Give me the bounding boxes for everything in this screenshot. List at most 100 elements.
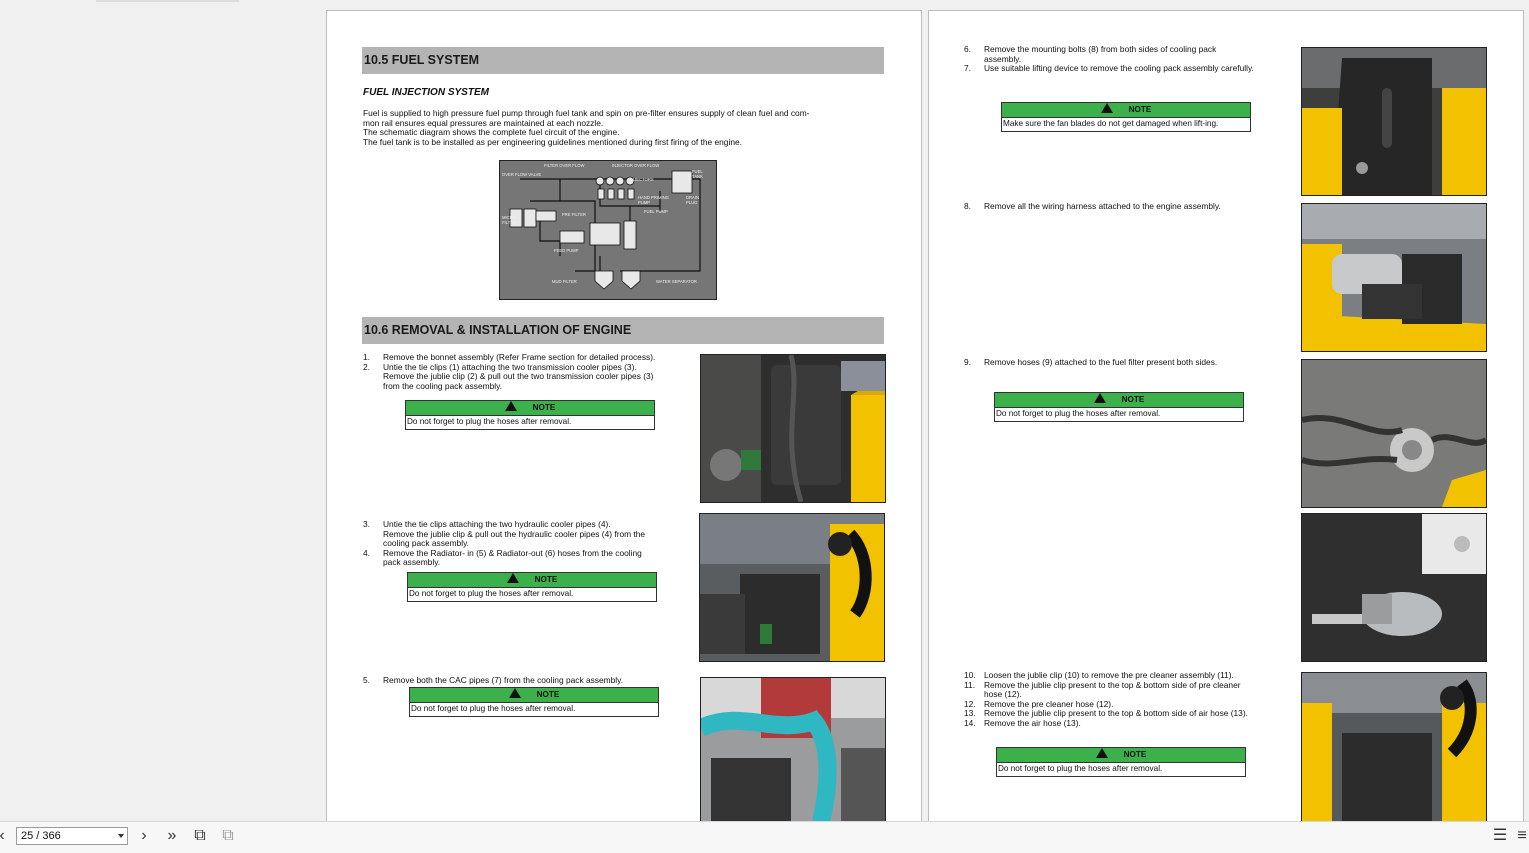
note-header: NOTE — [408, 573, 656, 588]
engine-photo-mounting-bolts — [1301, 47, 1487, 196]
steps-10-14: 10. Loosen the jublie clip (10) to remove… — [964, 670, 1304, 729]
step-item: 7. Use suitable lifting device to remove … — [964, 63, 1304, 74]
list-icon[interactable]: ☰ — [1490, 826, 1510, 846]
engine-photo-cac-pipes — [700, 677, 886, 823]
step-text: Remove the air hose (13). — [984, 717, 1081, 728]
viewer-toolbar: ‹ 25 / 366 › » ⧉ ⧉ ☰ ≡ — [0, 821, 1529, 853]
step-text: from the cooling pack assembly. — [383, 380, 503, 391]
warning-icon — [504, 401, 517, 411]
step-text: Remove the mounting bolts (8) from both … — [984, 44, 1217, 54]
note-box: NOTE Do not forget to plug the hoses aft… — [996, 747, 1246, 777]
photo-illustration — [701, 678, 885, 822]
next-icon[interactable]: › — [134, 826, 154, 846]
note-text: Do not forget to plug the hoses after re… — [998, 764, 1163, 773]
warning-icon — [1100, 103, 1113, 113]
page-number-select[interactable]: 25 / 366 — [16, 827, 128, 845]
photo-illustration — [1302, 673, 1486, 821]
step-text: Remove the pre cleaner hose (12). — [984, 698, 1114, 709]
diagram-label: OVER FLOW VALVE — [502, 172, 542, 177]
page-indicator: 25 / 366 — [21, 830, 61, 842]
step-text: pack assembly. — [383, 557, 441, 568]
diagram-label: WATER SEPARATOR — [656, 279, 697, 284]
note-label: NOTE — [534, 575, 558, 584]
engine-photo-fuel-filter-hoses — [1301, 359, 1487, 508]
diagram-label: MUD FILTER — [552, 279, 577, 284]
photo-illustration — [1302, 204, 1486, 351]
fuel-circuit-diagram: FILTER OVER FLOW INJECTOR OVER FLOW OVER… — [499, 160, 717, 300]
diagram-label: HAND PRIMING PUMP — [638, 195, 669, 205]
note-header: NOTE — [1002, 103, 1250, 118]
steps-3-4: 3. Untie the tie clips attaching the two … — [363, 519, 703, 568]
note-label: NOTE — [1123, 750, 1147, 759]
step-text: Untie the tie clips attaching the two hy… — [383, 519, 611, 529]
diagram-label: FILTER OVER FLOW — [544, 163, 585, 168]
step-item: 9. Remove hoses (9) attached to the fuel … — [964, 357, 1304, 368]
step-text: Remove the bonnet assembly (Refer Frame … — [383, 352, 656, 362]
step-text: Remove the jublie clip (2) & pull out th… — [383, 371, 654, 382]
section-header-engine-removal: 10.6 REMOVAL & INSTALLATION OF ENGINE — [362, 317, 884, 344]
photo-illustration — [1302, 360, 1486, 507]
subheading-fuel-injection: FUEL INJECTION SYSTEM — [363, 87, 489, 98]
copy-icon[interactable]: ⧉ — [218, 826, 238, 846]
fuel-intro-paragraph: Fuel is supplied to high pressure fuel p… — [363, 108, 889, 147]
step-item: 8. Remove all the wiring harness attached… — [964, 201, 1304, 212]
step-number: 14. — [964, 717, 976, 728]
diagram-label: FUEL TANK — [692, 169, 703, 179]
step-number: 2. — [363, 361, 370, 372]
menu-icon[interactable]: ≡ — [1512, 826, 1529, 846]
diagram-label: FEED PUMP — [554, 248, 579, 253]
step-text: hose (12). — [984, 689, 1022, 700]
note-text: Do not forget to plug the hoses after re… — [409, 589, 574, 598]
step-5: 5. Remove both the CAC pipes (7) from the… — [363, 675, 703, 686]
step-item: from the cooling pack assembly. — [363, 380, 703, 392]
diagram-label: MICRO FILTER — [502, 215, 517, 225]
engine-photo-wiring-harness — [1301, 203, 1487, 352]
diagram-label: PRE FILTER — [562, 212, 586, 217]
step-text: Loosen the jublie clip (10) to remove th… — [984, 670, 1234, 680]
step-text: Use suitable lifting device to remove th… — [984, 63, 1254, 74]
step-number: 7. — [964, 63, 971, 74]
step-number: 8. — [964, 201, 971, 211]
note-text: Make sure the fan blades do not get dama… — [1003, 119, 1219, 128]
step-text: cooling pack assembly. — [383, 538, 469, 549]
step-text: Remove both the CAC pipes (7) from the c… — [383, 675, 624, 685]
diagram-label: INJECTORS — [630, 177, 654, 182]
note-box: NOTE Make sure the fan blades do not get… — [1001, 102, 1251, 132]
step-number: 4. — [363, 547, 370, 558]
step-number: 3. — [363, 519, 370, 529]
step-text: Remove the Radiator- in (5) & Radiator-o… — [383, 547, 642, 558]
step-9: 9. Remove hoses (9) attached to the fuel … — [964, 357, 1304, 368]
steps-6-7: 6. Remove the mounting bolts (8) from bot… — [964, 44, 1304, 74]
last-page-icon[interactable]: » — [162, 826, 182, 846]
steps-1-2: 1. Remove the bonnet assembly (Refer Fram… — [363, 352, 703, 392]
step-number: 6. — [964, 44, 971, 54]
chevron-down-icon — [118, 834, 124, 838]
diagram-label: INJECTOR OVER FLOW — [612, 163, 660, 168]
note-label: NOTE — [1121, 395, 1145, 404]
diagram-label: FUEL PUMP — [644, 209, 668, 214]
step-item: 14. Remove the air hose (13). — [964, 717, 1304, 729]
note-header: NOTE — [406, 401, 654, 416]
step-text: Untie the tie clips (1) attaching the tw… — [383, 361, 637, 372]
paragraph-line: The fuel tank is to be installed as per … — [363, 136, 742, 147]
note-text: Do not forget to plug the hoses after re… — [996, 409, 1161, 418]
top-tab-indicator — [96, 0, 239, 2]
step-number: 5. — [363, 675, 370, 685]
note-header: NOTE — [410, 688, 658, 703]
step-text: Remove the jublie clip present to the to… — [984, 679, 1241, 690]
note-box: NOTE Do not forget to plug the hoses aft… — [994, 392, 1244, 422]
photo-illustration — [700, 514, 884, 661]
step-number: 9. — [964, 357, 971, 367]
rotate-icon[interactable]: ⧉ — [190, 826, 210, 846]
step-text: Remove the jublie clip & pull out the hy… — [383, 528, 646, 539]
note-box: NOTE Do not forget to plug the hoses aft… — [405, 400, 655, 430]
note-label: NOTE — [536, 690, 560, 699]
photo-illustration — [1302, 514, 1486, 661]
note-text: Do not forget to plug the hoses after re… — [407, 417, 572, 426]
photo-illustration — [701, 355, 885, 502]
prev-icon[interactable]: ‹ — [0, 826, 12, 846]
note-header: NOTE — [997, 748, 1245, 763]
warning-icon — [506, 573, 519, 583]
engine-photo-cooling-pack — [700, 354, 886, 503]
document-page-right: 6. Remove the mounting bolts (8) from bot… — [928, 10, 1524, 823]
